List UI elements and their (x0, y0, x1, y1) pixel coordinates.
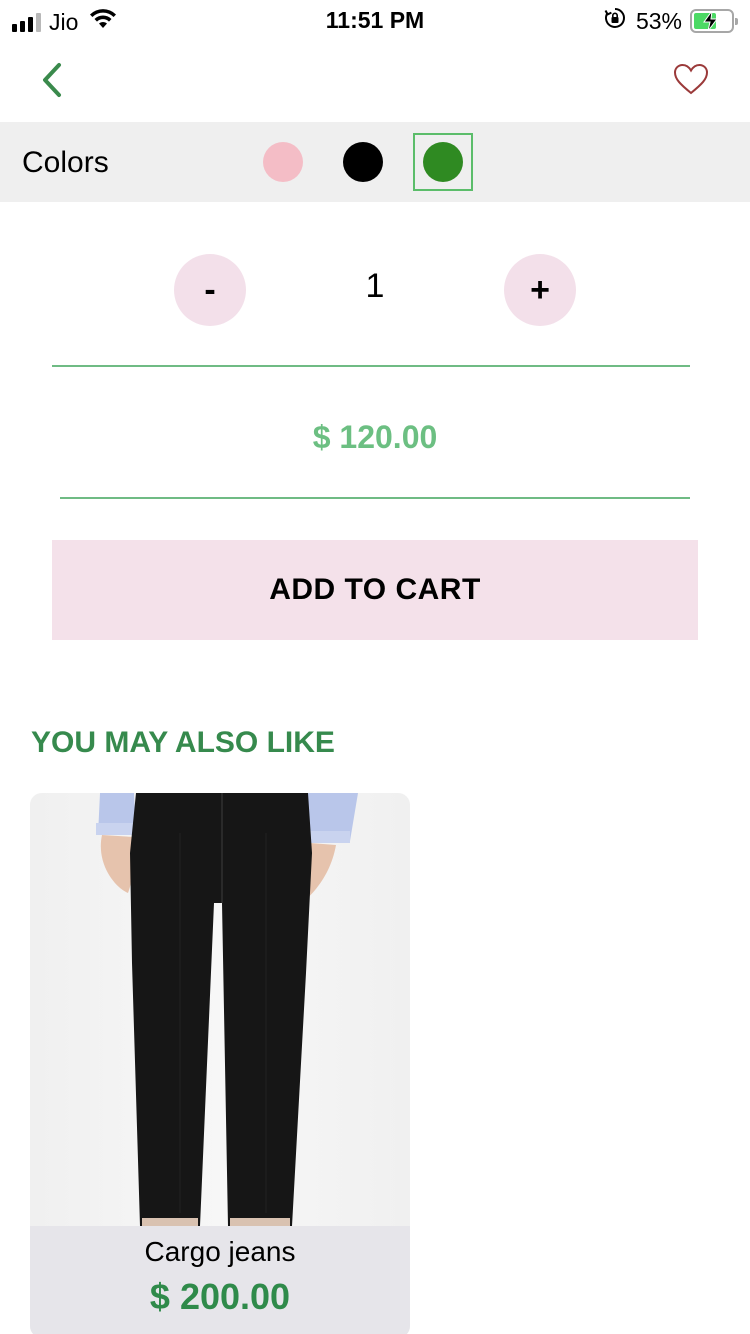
color-swatch-green-selected[interactable] (413, 133, 473, 191)
colors-label: Colors (22, 146, 109, 179)
color-selector: Colors (0, 122, 750, 202)
color-swatch-green (423, 142, 463, 182)
quantity-increase-button[interactable]: + (504, 254, 576, 326)
chevron-left-icon (43, 63, 61, 97)
back-button[interactable] (32, 60, 72, 100)
product-price: $ 120.00 (312, 419, 438, 455)
product-image (30, 793, 410, 1226)
product-card[interactable]: Cargo jeans $ 200.00 (30, 793, 410, 1334)
add-to-cart-button[interactable]: ADD TO CART (52, 540, 698, 640)
color-swatch-black[interactable] (343, 142, 383, 182)
battery-percent: 53% (635, 7, 682, 34)
status-right: 53% (604, 7, 738, 34)
product-card-info: Cargo jeans $ 200.00 (30, 1226, 410, 1334)
orientation-lock-icon (604, 7, 626, 34)
favorite-button[interactable] (672, 62, 710, 98)
divider (60, 497, 690, 499)
recommendations-title: YOU MAY ALSO LIKE (31, 726, 335, 759)
divider (52, 365, 690, 367)
heart-outline-icon (673, 63, 709, 95)
status-bar: Jio 11:51 PM 53% (0, 0, 750, 40)
quantity-value: 1 (365, 267, 385, 305)
product-card-price: $ 200.00 (149, 1276, 291, 1317)
product-name: Cargo jeans (144, 1236, 296, 1267)
quantity-decrease-button[interactable]: - (174, 254, 246, 326)
color-swatch-pink[interactable] (263, 142, 303, 182)
battery-charging-icon (690, 8, 738, 33)
